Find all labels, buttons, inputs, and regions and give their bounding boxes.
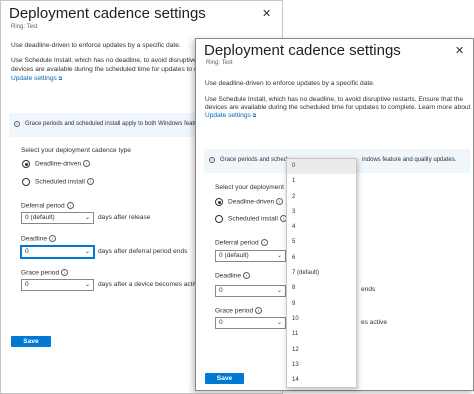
description-line-2: devices are available during the schedul… <box>11 66 212 73</box>
select-value: 0 <box>25 281 29 288</box>
deferral-period-label: Deferral period i <box>21 202 74 209</box>
panel-subtitle: Ring: Test <box>206 60 233 66</box>
dropdown-option[interactable]: 1 <box>287 174 356 189</box>
info-icon[interactable]: i <box>66 202 74 209</box>
dropdown-option[interactable]: 10 <box>287 312 356 327</box>
radio-deadline-driven[interactable] <box>215 198 223 206</box>
info-icon[interactable]: i <box>243 272 251 279</box>
deadline-select[interactable]: 0 ⌄ <box>215 285 286 297</box>
dropdown-option[interactable]: 9 <box>287 297 356 312</box>
radio-label-text: Deadline-driven <box>35 160 82 168</box>
banner-text: Grace periods and scheduled install appl… <box>25 121 198 127</box>
dropdown-option[interactable]: 2 <box>287 190 356 205</box>
grace-period-select[interactable]: 0 ⌄ <box>215 317 286 329</box>
close-icon[interactable]: ✕ <box>262 7 271 20</box>
info-icon[interactable]: i <box>276 198 284 205</box>
dropdown-option[interactable]: 6 <box>287 251 356 266</box>
deadline-label: Deadline i <box>215 272 251 280</box>
panel-title: Deployment cadence settings <box>204 42 401 59</box>
info-icon[interactable]: i <box>255 307 263 314</box>
radio-scheduled-install[interactable] <box>22 178 30 186</box>
deadline-dropdown-list: 0 1 2 3 4 5 6 7 (default) 8 9 10 11 12 1… <box>286 158 357 388</box>
info-icon[interactable]: i <box>61 269 69 276</box>
grace-period-select[interactable]: 0 ⌄ <box>21 279 94 291</box>
save-button[interactable]: Save <box>205 373 244 384</box>
chevron-down-icon: ⌄ <box>84 249 90 255</box>
chevron-down-icon: ⌄ <box>84 282 90 288</box>
intro-text: Use deadline-driven to enforce updates b… <box>205 80 375 87</box>
select-value: 0 <box>219 287 223 294</box>
deadline-suffix: ends <box>361 286 376 293</box>
save-button[interactable]: Save <box>11 336 51 347</box>
deferral-period-label: Deferral period i <box>215 239 268 246</box>
update-settings-link-text[interactable]: Update settings <box>11 75 57 82</box>
deferral-suffix: days after release <box>98 214 151 221</box>
grace-period-label: Grace period i <box>21 269 69 277</box>
dropdown-option[interactable]: 0 <box>287 159 356 175</box>
deadline-label: Deadline i <box>21 235 57 243</box>
dropdown-option[interactable]: 7 (default) <box>287 266 356 281</box>
radio-label-text: Scheduled install <box>35 178 85 186</box>
external-link-icon: ⧉ <box>252 113 257 119</box>
deferral-period-select[interactable]: 0 (default) ⌄ <box>21 212 94 224</box>
cadence-type-label: Select your deployment cadence type <box>21 147 131 154</box>
dropdown-option[interactable]: 14 <box>287 373 356 388</box>
dropdown-option[interactable]: 13 <box>287 358 356 373</box>
info-icon: i <box>14 121 20 127</box>
dropdown-option[interactable]: 3 <box>287 205 356 220</box>
intro-text: Use deadline-driven to enforce updates b… <box>11 42 181 49</box>
label-text: Grace period <box>215 307 254 315</box>
radio-scheduled-install-label: Scheduled install i <box>228 215 287 222</box>
info-icon[interactable]: i <box>83 160 91 167</box>
select-value: 0 <box>219 319 223 326</box>
label-text: Deferral period <box>21 202 65 210</box>
info-icon: i <box>209 157 215 163</box>
external-link-icon: ⧉ <box>58 76 63 82</box>
update-settings-link-text[interactable]: Update settings <box>205 112 251 119</box>
banner-text-start: Grace periods and schedu <box>220 157 291 163</box>
info-icon[interactable]: i <box>86 178 94 185</box>
deadline-select[interactable]: 0 ⌄ <box>20 245 95 259</box>
select-value: 0 <box>25 248 29 255</box>
info-icon[interactable]: i <box>260 239 268 246</box>
label-text: Deferral period <box>215 239 259 247</box>
radio-scheduled-install[interactable] <box>215 215 223 223</box>
info-icon[interactable]: i <box>49 235 57 242</box>
radio-scheduled-install-label: Scheduled install i <box>35 178 94 185</box>
grace-suffix: es active <box>361 319 388 326</box>
grace-period-label: Grace period i <box>215 307 263 315</box>
cadence-type-label: Select your deployment ca <box>215 184 293 191</box>
label-text: Deadline <box>21 235 48 243</box>
update-settings-link[interactable]: Update settings ⧉ <box>11 74 62 84</box>
dropdown-option[interactable]: 8 <box>287 281 356 296</box>
chevron-down-icon: ⌄ <box>276 320 282 326</box>
dropdown-option[interactable]: 5 <box>287 235 356 250</box>
chevron-down-icon: ⌄ <box>276 253 282 259</box>
dropdown-option[interactable]: 12 <box>287 343 356 358</box>
panel-subtitle: Ring: Test <box>11 24 38 30</box>
deferral-period-select[interactable]: 0 (default) ⌄ <box>215 250 286 262</box>
radio-label-text: Scheduled install <box>228 215 278 223</box>
description-line-1: Use Schedule Install, which has no deadl… <box>11 57 205 64</box>
radio-deadline-driven-label: Deadline-driven i <box>35 160 91 168</box>
deadline-suffix: days after deferral period ends <box>98 248 188 255</box>
update-settings-link[interactable]: Update settings ⧉ <box>205 111 256 121</box>
chevron-down-icon: ⌄ <box>276 288 282 294</box>
label-text: Grace period <box>21 269 60 277</box>
radio-label-text: Deadline-driven <box>228 198 275 206</box>
banner-text-end: indows feature and quality updates. <box>362 157 457 163</box>
radio-deadline-driven[interactable] <box>22 160 30 168</box>
chevron-down-icon: ⌄ <box>84 215 90 221</box>
label-text: Deadline <box>215 272 242 280</box>
dropdown-option[interactable]: 11 <box>287 327 356 342</box>
grace-suffix: days after a device becomes active <box>98 281 201 288</box>
select-value: 0 (default) <box>219 252 249 259</box>
dropdown-option[interactable]: 4 <box>287 220 356 235</box>
select-value: 0 (default) <box>25 214 55 221</box>
panel-title: Deployment cadence settings <box>9 5 206 22</box>
radio-deadline-driven-label: Deadline-driven i <box>228 198 284 206</box>
close-icon[interactable]: ✕ <box>455 44 464 57</box>
